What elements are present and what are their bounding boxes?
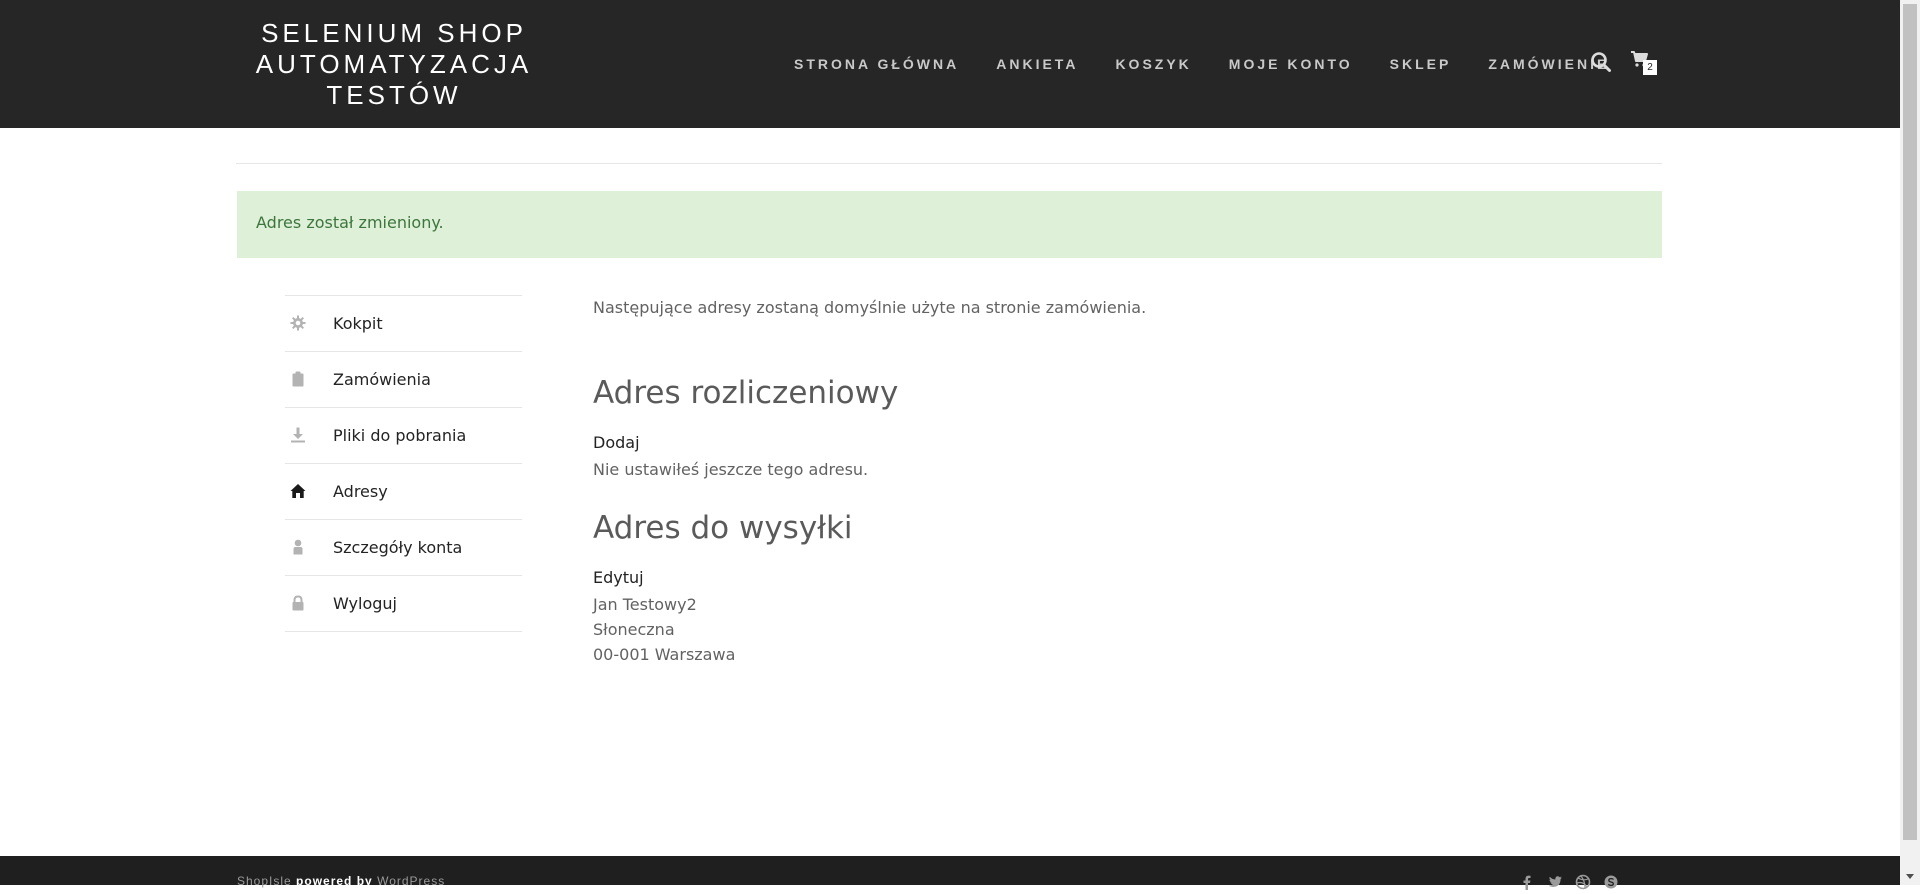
- sidebar-item-downloads[interactable]: Pliki do pobrania: [285, 407, 522, 463]
- shipping-edit-link[interactable]: Edytuj: [593, 568, 644, 587]
- social-links: [1519, 874, 1619, 890]
- search-icon[interactable]: [1590, 51, 1612, 73]
- user-icon: [290, 539, 306, 555]
- sidebar-item-orders[interactable]: Zamówienia: [285, 351, 522, 407]
- sidebar-item-label: Zamówienia: [333, 370, 431, 389]
- nav-item-survey[interactable]: ANKIETA: [996, 56, 1078, 72]
- home-icon: [290, 483, 306, 499]
- divider: [236, 163, 1662, 164]
- dribbble-icon[interactable]: [1575, 874, 1591, 890]
- site-title[interactable]: SELENIUM SHOP AUTOMATYZACJA TESTÓW: [236, 18, 552, 111]
- facebook-icon[interactable]: [1519, 874, 1535, 890]
- account-navigation: Kokpit Zamówienia Pliki do pobrania Adre…: [285, 295, 522, 632]
- nav-item-my-account[interactable]: MOJE KONTO: [1229, 56, 1353, 72]
- skype-icon[interactable]: [1603, 874, 1619, 890]
- sidebar-item-account-details[interactable]: Szczegóły konta: [285, 519, 522, 575]
- main-nav: STRONA GŁÓWNA ANKIETA KOSZYK MOJE KONTO …: [794, 54, 1646, 74]
- cart-button[interactable]: 2: [1630, 50, 1658, 76]
- twitter-icon[interactable]: [1547, 874, 1563, 890]
- cart-count-badge: 2: [1643, 60, 1657, 75]
- sidebar-item-label: Adresy: [333, 482, 388, 501]
- wordpress-link[interactable]: WordPress: [377, 874, 445, 888]
- sidebar-item-label: Pliki do pobrania: [333, 426, 467, 445]
- sidebar-item-dashboard[interactable]: Kokpit: [285, 295, 522, 351]
- site-title-line-1: SELENIUM SHOP: [261, 18, 527, 48]
- nav-item-home[interactable]: STRONA GŁÓWNA: [794, 56, 959, 72]
- addresses-intro: Następujące adresy zostaną domyślnie uży…: [593, 298, 1147, 317]
- gear-icon: [290, 315, 306, 331]
- lock-icon: [290, 595, 306, 611]
- sidebar-item-label: Szczegóły konta: [333, 538, 463, 557]
- shipping-street: Słoneczna: [593, 620, 675, 639]
- shipping-name: Jan Testowy2: [593, 595, 697, 614]
- footer-credit: ShopIsle powered by WordPress: [237, 874, 445, 888]
- billing-empty-text: Nie ustawiłeś jeszcze tego adresu.: [593, 460, 869, 479]
- billing-address-heading: Adres rozliczeniowy: [593, 375, 899, 411]
- shipping-city: 00-001 Warszawa: [593, 645, 736, 664]
- theme-link[interactable]: ShopIsle: [237, 874, 292, 888]
- download-icon: [290, 427, 306, 443]
- clipboard-icon: [290, 371, 306, 387]
- sidebar-item-addresses[interactable]: Adresy: [285, 463, 522, 519]
- shipping-address-heading: Adres do wysyłki: [593, 510, 853, 546]
- nav-item-shop[interactable]: SKLEP: [1390, 56, 1452, 72]
- sidebar-item-label: Wyloguj: [333, 594, 397, 613]
- notice-text: Adres został zmieniony.: [256, 213, 444, 232]
- nav-item-cart[interactable]: KOSZYK: [1115, 56, 1191, 72]
- scrollbar-thumb[interactable]: [1903, 4, 1917, 840]
- sidebar-item-label: Kokpit: [333, 314, 383, 333]
- site-header: SELENIUM SHOP AUTOMATYZACJA TESTÓW STRON…: [0, 0, 1900, 128]
- scroll-down-arrow[interactable]: [1906, 874, 1914, 879]
- sidebar-item-logout[interactable]: Wyloguj: [285, 575, 522, 632]
- site-footer: ShopIsle powered by WordPress: [0, 856, 1900, 890]
- site-title-line-2: AUTOMATYZACJA: [255, 49, 533, 79]
- vertical-scrollbar[interactable]: [1900, 0, 1920, 885]
- billing-add-link[interactable]: Dodaj: [593, 433, 640, 452]
- site-title-line-3: TESTÓW: [326, 80, 462, 110]
- powered-by-text: powered by: [296, 874, 373, 888]
- success-notice: Adres został zmieniony.: [237, 191, 1662, 258]
